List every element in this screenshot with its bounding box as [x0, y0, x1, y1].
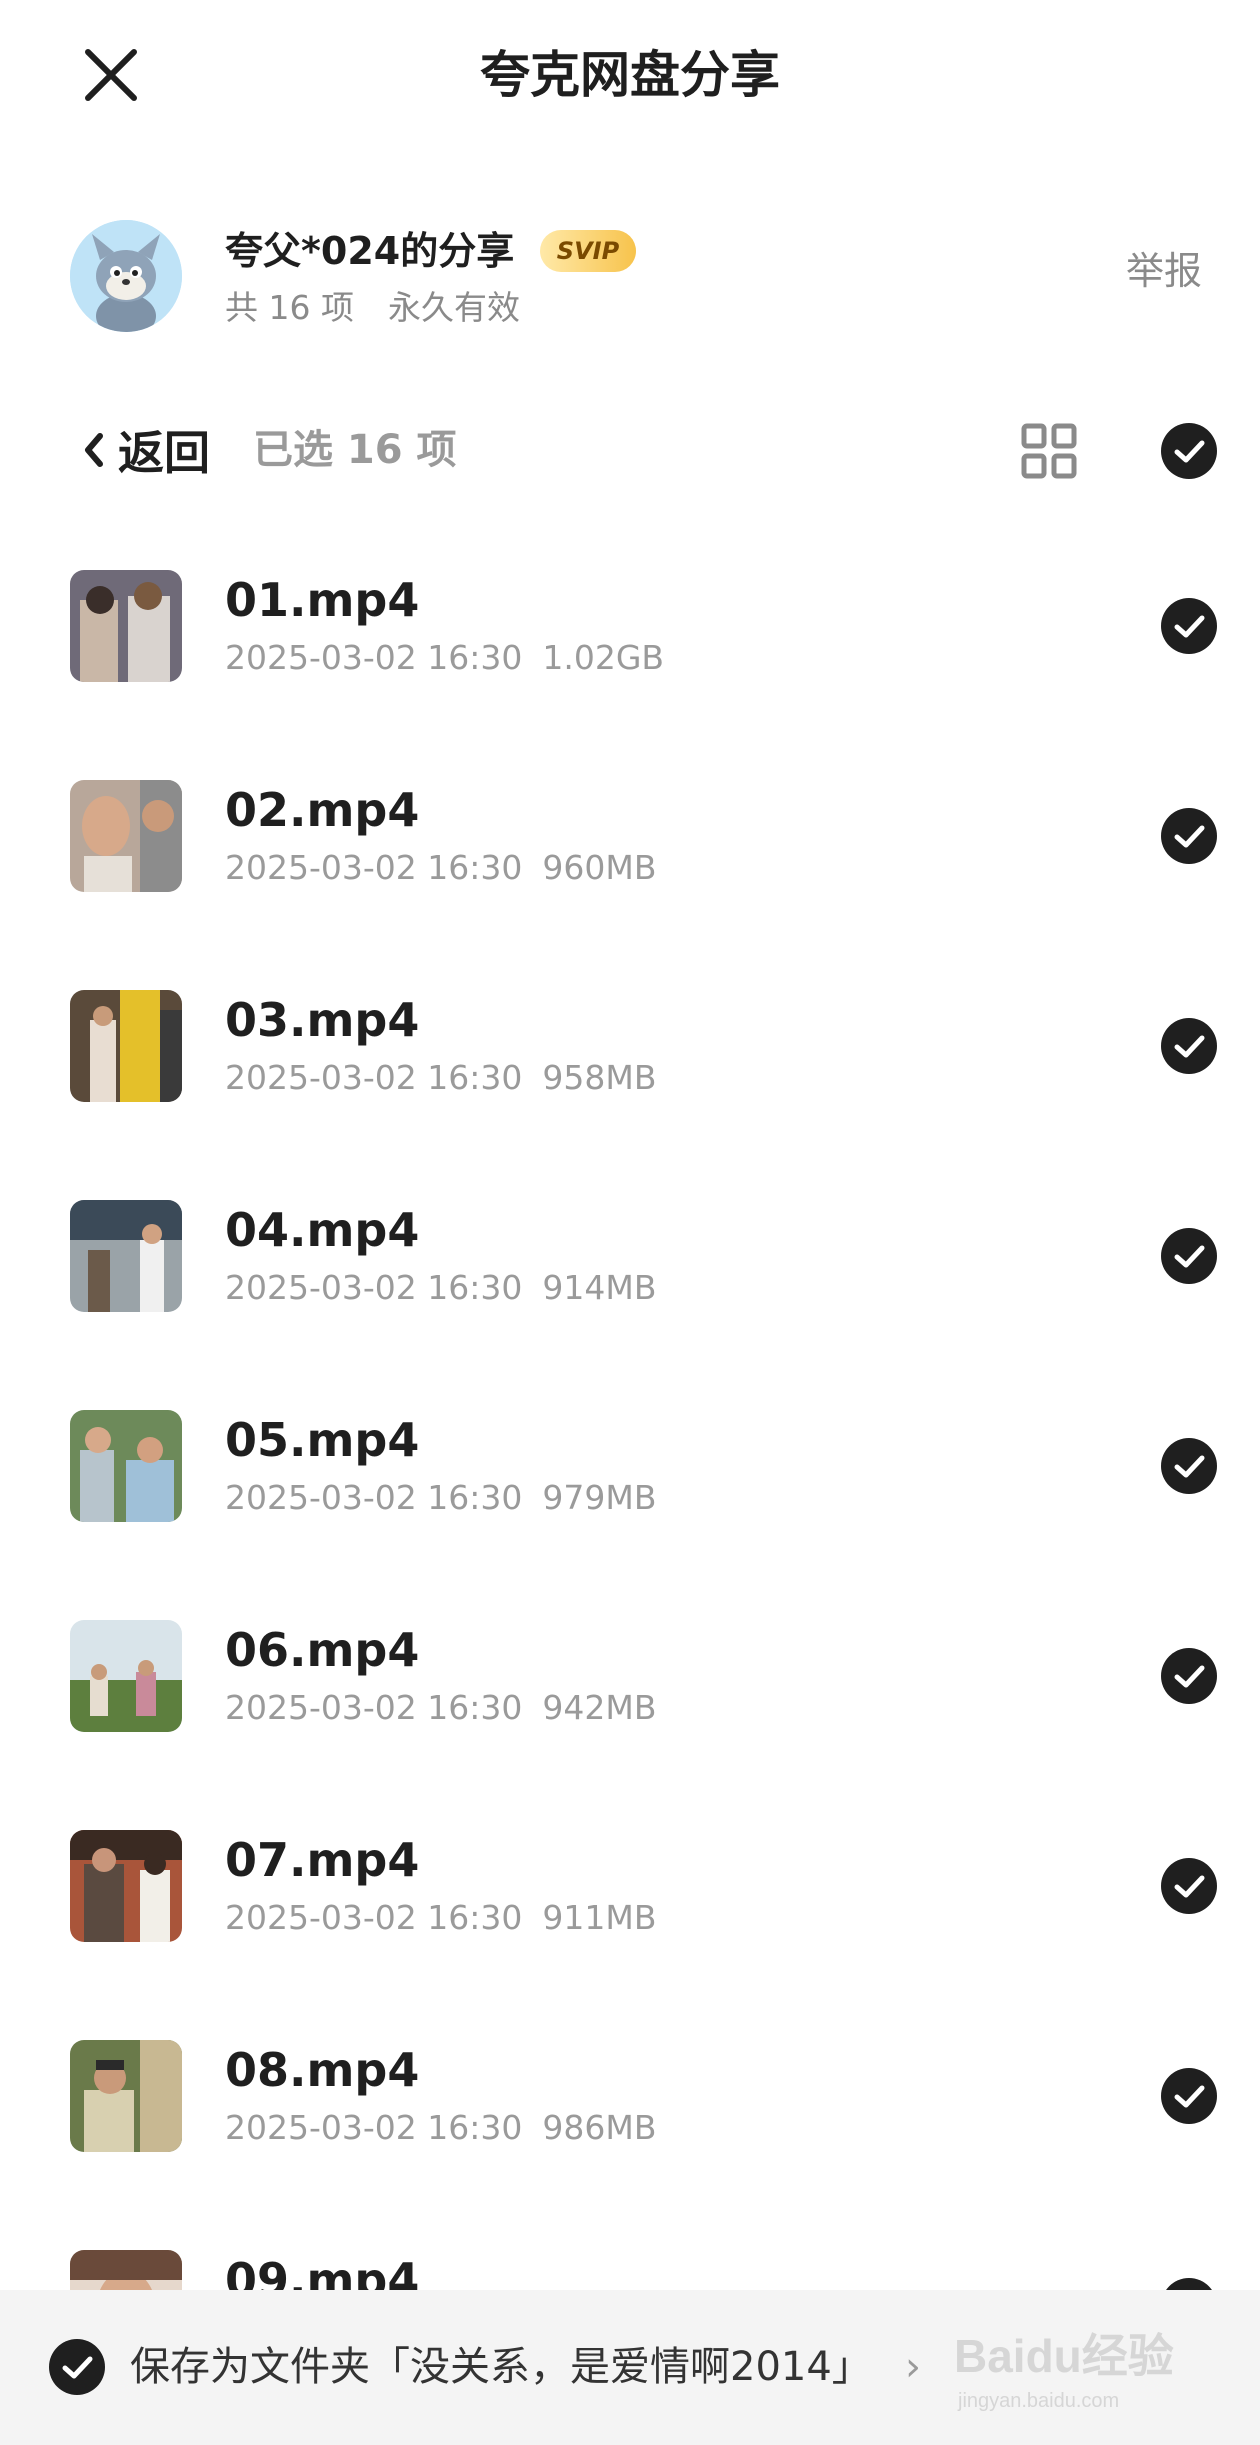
save-as-folder-label[interactable]: 保存为文件夹「没关系，是爱情啊2014」 — [130, 2290, 872, 2445]
item-checkbox[interactable] — [1160, 1017, 1218, 1075]
file-name: 02.mp4 — [225, 783, 420, 837]
file-date: 2025-03-02 16:30 — [225, 638, 523, 677]
file-meta: 2025-03-02 16:30 958MB — [225, 1055, 656, 1101]
file-meta: 2025-03-02 16:30 911MB — [225, 1895, 656, 1941]
file-meta: 2025-03-02 16:30 960MB — [225, 845, 656, 891]
avatar-cat-icon — [70, 220, 182, 332]
file-name: 01.mp4 — [225, 573, 420, 627]
selection-toolbar: 返回 已选 16 项 — [0, 410, 1260, 490]
file-name: 06.mp4 — [225, 1623, 420, 1677]
file-name: 08.mp4 — [225, 2043, 420, 2097]
file-size: 958MB — [542, 1058, 657, 1097]
grid-view-button[interactable] — [1020, 422, 1078, 480]
save-as-folder-checkbox[interactable] — [48, 2338, 106, 2396]
item-checkbox[interactable] — [1160, 1647, 1218, 1705]
check-circle-icon — [1161, 598, 1217, 654]
item-checkbox[interactable] — [1160, 1857, 1218, 1915]
list-item[interactable]: 08.mp4 2025-03-02 16:30 986MB — [0, 2010, 1260, 2220]
check-circle-icon — [1166, 2278, 1212, 2290]
chevron-right-icon: › — [905, 2344, 921, 2390]
check-circle-icon — [1161, 1858, 1217, 1914]
check-circle-icon — [49, 2339, 105, 2395]
save-footer-bar: 保存为文件夹「没关系，是爱情啊2014」 › Baidu经验 jingyan.b… — [0, 2290, 1260, 2445]
video-thumbnail — [70, 1410, 182, 1522]
list-item[interactable]: 01.mp4 2025-03-02 16:30 1.02GB — [0, 540, 1260, 750]
file-meta: 2025-03-02 16:30 914MB — [225, 1265, 656, 1311]
file-date: 2025-03-02 16:30 — [225, 848, 523, 887]
share-info: 夸父*024的分享 SVIP 共 16 项永久有效 举报 — [0, 210, 1260, 340]
baidu-watermark: Baidu经验 jingyan.baidu.com — [954, 2320, 1194, 2420]
file-size: 911MB — [542, 1898, 657, 1937]
item-checkbox[interactable] — [1160, 1227, 1218, 1285]
file-date: 2025-03-02 16:30 — [225, 1898, 523, 1937]
check-circle-icon — [1161, 2068, 1217, 2124]
grid-view-icon — [1021, 423, 1077, 479]
file-size: 914MB — [542, 1268, 657, 1307]
check-circle-icon — [1161, 423, 1217, 479]
item-checkbox[interactable] — [1160, 597, 1218, 655]
file-meta: 2025-03-02 16:30 986MB — [225, 2105, 656, 2151]
video-thumbnail — [70, 1200, 182, 1312]
select-all-checkbox[interactable] — [1160, 422, 1218, 480]
video-thumbnail — [70, 570, 182, 682]
avatar — [70, 220, 182, 332]
file-size: 1.02GB — [542, 638, 665, 677]
check-circle-icon — [1161, 1648, 1217, 1704]
check-circle-icon — [1161, 1018, 1217, 1074]
list-item[interactable]: 07.mp4 2025-03-02 16:30 911MB — [0, 1800, 1260, 2010]
watermark-main: Baidu经验 — [954, 2330, 1174, 2382]
share-item-count: 共 16 项 — [225, 288, 354, 327]
file-size: 979MB — [542, 1478, 657, 1517]
back-label: 返回 — [118, 426, 210, 480]
video-thumbnail — [70, 1830, 182, 1942]
file-name: 04.mp4 — [225, 1203, 420, 1257]
file-date: 2025-03-02 16:30 — [225, 1478, 523, 1517]
share-meta: 共 16 项永久有效 — [225, 285, 520, 331]
report-button[interactable]: 举报 — [1126, 245, 1202, 297]
share-owner-title: 夸父*024的分享 — [225, 229, 515, 273]
file-date: 2025-03-02 16:30 — [225, 1058, 523, 1097]
top-bar: 夸克网盘分享 — [0, 0, 1260, 150]
list-item[interactable]: 02.mp4 2025-03-02 16:30 960MB — [0, 750, 1260, 960]
item-checkbox[interactable] — [1160, 2277, 1218, 2290]
check-circle-icon — [1161, 1438, 1217, 1494]
selected-count: 已选 16 项 — [253, 427, 457, 473]
file-name: 09.mp4 — [225, 2253, 420, 2290]
list-item[interactable]: 03.mp4 2025-03-02 16:30 958MB — [0, 960, 1260, 1170]
svip-badge: SVIP — [540, 230, 636, 272]
file-date: 2025-03-02 16:30 — [225, 1268, 523, 1307]
list-item[interactable]: 04.mp4 2025-03-02 16:30 914MB — [0, 1170, 1260, 1380]
video-thumbnail — [70, 2040, 182, 2152]
video-thumbnail — [70, 780, 182, 892]
file-date: 2025-03-02 16:30 — [225, 1688, 523, 1727]
file-date: 2025-03-02 16:30 — [225, 2108, 523, 2147]
file-list: 01.mp4 2025-03-02 16:30 1.02GB 02.mp4 202… — [0, 540, 1260, 2290]
file-size: 960MB — [542, 848, 657, 887]
file-name: 05.mp4 — [225, 1413, 420, 1467]
watermark-sub: jingyan.baidu.com — [958, 2390, 1120, 2412]
share-validity: 永久有效 — [387, 288, 520, 327]
file-size: 942MB — [542, 1688, 657, 1727]
file-meta: 2025-03-02 16:30 942MB — [225, 1685, 656, 1731]
file-name: 07.mp4 — [225, 1833, 420, 1887]
back-button[interactable]: 返回 — [80, 410, 210, 490]
item-checkbox[interactable] — [1160, 807, 1218, 865]
video-thumbnail — [70, 1620, 182, 1732]
list-item[interactable]: 09.mp4 — [0, 2220, 1260, 2290]
chevron-left-icon — [85, 433, 103, 467]
file-meta: 2025-03-02 16:30 1.02GB — [225, 635, 664, 681]
file-name: 03.mp4 — [225, 993, 420, 1047]
item-checkbox[interactable] — [1160, 2067, 1218, 2125]
list-item[interactable]: 06.mp4 2025-03-02 16:30 942MB — [0, 1590, 1260, 1800]
file-meta: 2025-03-02 16:30 979MB — [225, 1475, 656, 1521]
file-size: 986MB — [542, 2108, 657, 2147]
check-circle-icon — [1161, 1228, 1217, 1284]
check-circle-icon — [1161, 808, 1217, 864]
video-thumbnail — [70, 2250, 182, 2290]
item-checkbox[interactable] — [1160, 1437, 1218, 1495]
page-title: 夸克网盘分享 — [480, 46, 780, 104]
list-item[interactable]: 05.mp4 2025-03-02 16:30 979MB — [0, 1380, 1260, 1590]
video-thumbnail — [70, 990, 182, 1102]
